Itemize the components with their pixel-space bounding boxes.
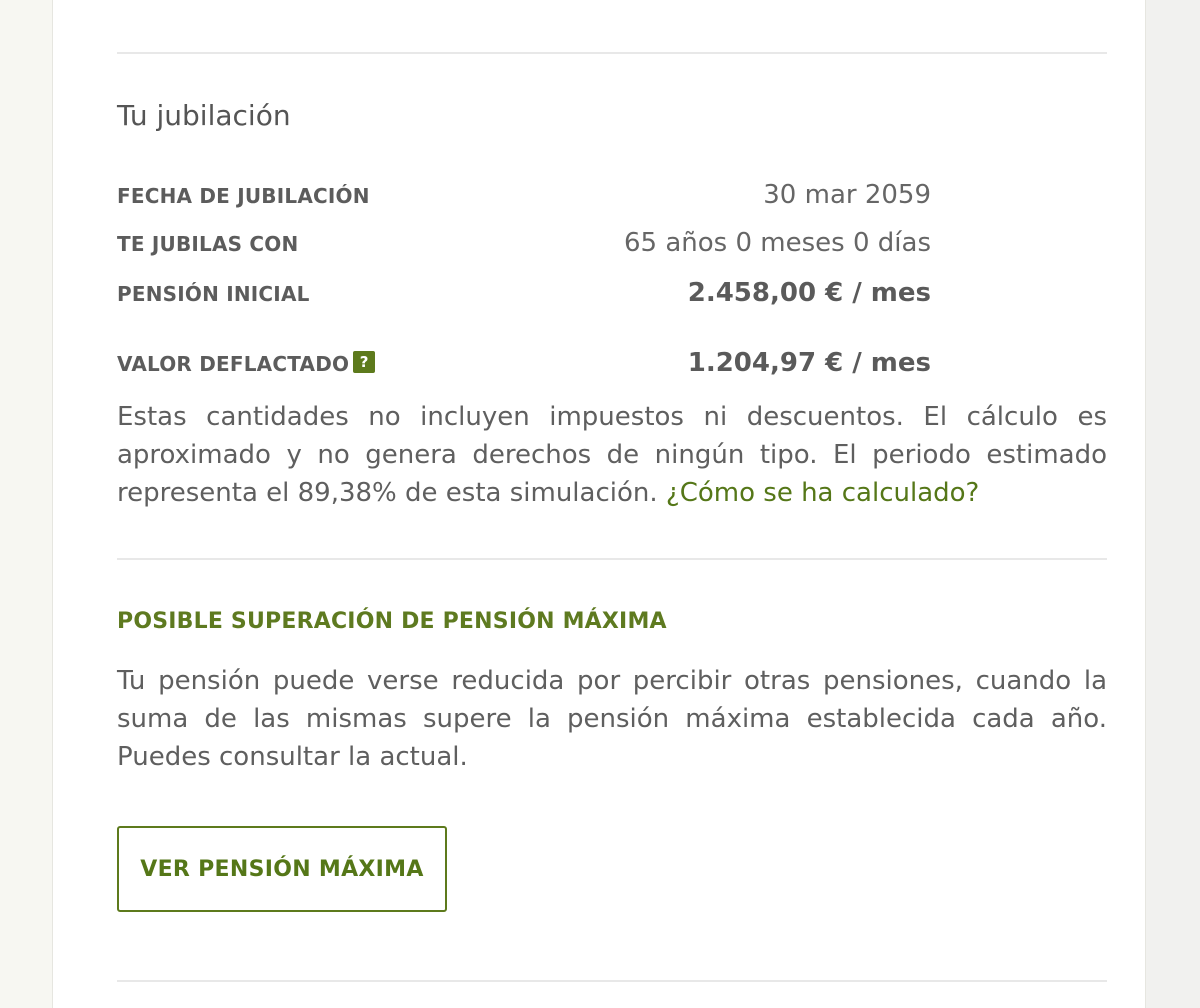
deflated-value-label: VALOR DEFLACTADO <box>117 352 350 376</box>
initial-pension-value: 2.458,00 € / mes <box>687 278 931 308</box>
view-max-pension-button[interactable]: VER PENSIÓN MÁXIMA <box>117 826 447 912</box>
retirement-age-value: 65 años 0 meses 0 días <box>624 228 931 258</box>
retirement-age-label: TE JUBILAS CON <box>117 232 299 256</box>
help-icon[interactable]: ? <box>353 351 376 373</box>
top-divider <box>117 52 1107 54</box>
page-background-left <box>0 0 52 1008</box>
max-pension-text: Tu pensión puede verse reducida por perc… <box>117 666 1107 772</box>
page-background-right <box>1146 0 1200 1008</box>
disclaimer-text: Estas cantidades no incluyen impuestos n… <box>117 398 1107 512</box>
section-title: Tu jubilación <box>117 99 291 132</box>
retirement-date-label: FECHA DE JUBILACIÓN <box>117 184 370 208</box>
initial-pension-label: PENSIÓN INICIAL <box>117 282 310 306</box>
middle-divider <box>117 558 1107 560</box>
pension-result-card: Tu jubilación FECHA DE JUBILACIÓN 30 mar… <box>52 0 1146 1008</box>
retirement-date-value: 30 mar 2059 <box>763 180 931 210</box>
max-pension-warning-title: POSIBLE SUPERACIÓN DE PENSIÓN MÁXIMA <box>117 609 667 634</box>
how-calculated-link[interactable]: ¿Cómo se ha calculado? <box>666 478 979 508</box>
bottom-divider <box>117 980 1107 982</box>
deflated-value-row: VALOR DEFLACTADO? <box>117 350 376 378</box>
deflated-value-value: 1.204,97 € / mes <box>687 348 931 378</box>
